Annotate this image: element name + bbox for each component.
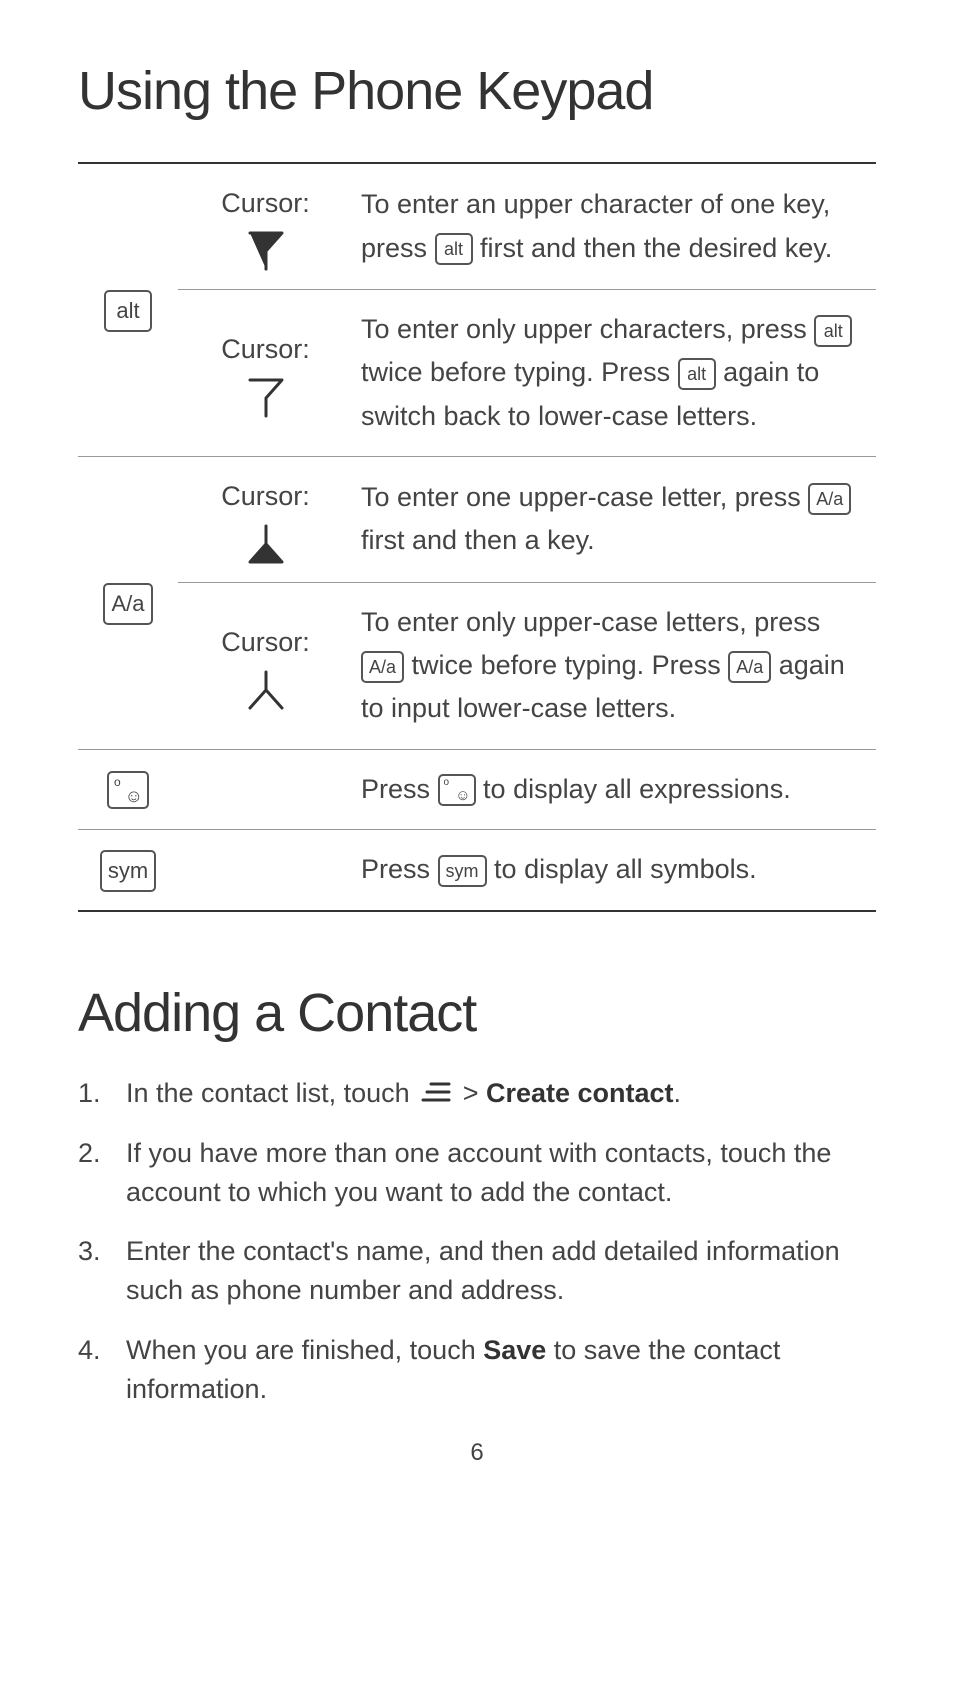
emoji-key-icon: o ☺ — [438, 774, 476, 806]
step-2: If you have more than one account with c… — [78, 1134, 876, 1212]
cursor-label: Cursor: — [186, 182, 345, 225]
cell-cursor-alt-double: Cursor: — [178, 290, 353, 457]
cell-key-aa: A/a — [78, 456, 178, 749]
cell-cursor-sym — [178, 829, 353, 910]
text: > — [463, 1078, 486, 1108]
cursor-glyph-aa-outline-icon — [248, 670, 284, 710]
cursor-label: Cursor: — [186, 621, 345, 664]
heading-adding-contact: Adding a Contact — [78, 982, 876, 1044]
cell-desc-alt-single: To enter an upper character of one key, … — [353, 163, 876, 290]
text: In the contact list, touch — [126, 1078, 417, 1108]
sym-key-icon: sym — [438, 855, 487, 887]
aa-key-icon: A/a — [808, 483, 851, 515]
step-1: In the contact list, touch > Create cont… — [78, 1074, 876, 1114]
cursor-label: Cursor: — [186, 475, 345, 518]
text: to display all expressions. — [483, 774, 791, 804]
cell-desc-aa-single: To enter one upper-case letter, press A/… — [353, 456, 876, 582]
alt-key-icon: alt — [814, 315, 852, 347]
steps-list: In the contact list, touch > Create cont… — [78, 1074, 876, 1409]
cursor-label: Cursor: — [186, 328, 345, 371]
page-number: 6 — [78, 1439, 876, 1467]
emoji-sup: o — [444, 778, 450, 788]
cell-cursor-aa-single: Cursor: — [178, 456, 353, 582]
cell-desc-emoji: Press o ☺ to display all expressions. — [353, 749, 876, 829]
sym-key-icon: sym — [100, 850, 156, 892]
cell-desc-alt-double: To enter only upper characters, press al… — [353, 290, 876, 457]
aa-key-icon: A/a — [728, 651, 771, 683]
emoji-face: ☺ — [455, 788, 470, 803]
emoji-key-icon: o ☺ — [107, 771, 149, 809]
cell-desc-aa-double: To enter only upper-case letters, press … — [353, 582, 876, 749]
alt-key-icon: alt — [435, 233, 473, 265]
emoji-sup: o — [114, 776, 121, 788]
keypad-table: alt Cursor: To enter an upper character … — [78, 162, 876, 912]
text: When you are finished, touch — [126, 1335, 483, 1365]
text: . — [674, 1078, 682, 1108]
create-contact-bold: Create contact — [486, 1078, 674, 1108]
aa-key-icon: A/a — [103, 583, 152, 625]
cell-cursor-emoji — [178, 749, 353, 829]
cell-key-emoji: o ☺ — [78, 749, 178, 829]
text: Press — [361, 774, 438, 804]
text: To enter one upper-case letter, press — [361, 482, 808, 512]
text: first and then a key. — [361, 525, 595, 555]
alt-key-icon: alt — [678, 358, 716, 390]
text: twice before typing. Press — [361, 357, 678, 387]
text: to display all symbols. — [494, 854, 757, 884]
text: To enter only upper-case letters, press — [361, 607, 820, 637]
text: Press — [361, 854, 438, 884]
cell-desc-sym: Press sym to display all symbols. — [353, 829, 876, 910]
step-4: When you are finished, touch Save to sav… — [78, 1331, 876, 1409]
cell-cursor-alt-single: Cursor: — [178, 163, 353, 290]
text: To enter only upper characters, press — [361, 314, 814, 344]
cursor-glyph-alt-outline-icon — [248, 378, 284, 418]
heading-using-phone-keypad: Using the Phone Keypad — [78, 60, 876, 122]
cell-key-alt: alt — [78, 163, 178, 456]
text: first and then the desired key. — [480, 233, 832, 263]
emoji-face: ☺ — [125, 787, 143, 805]
alt-key-icon: alt — [104, 290, 152, 332]
menu-icon — [421, 1075, 451, 1114]
aa-key-icon: A/a — [361, 651, 404, 683]
cursor-glyph-aa-filled-icon — [248, 524, 284, 564]
step-3: Enter the contact's name, and then add d… — [78, 1232, 876, 1310]
save-bold: Save — [483, 1335, 546, 1365]
cell-key-sym: sym — [78, 829, 178, 910]
text: twice before typing. Press — [412, 650, 729, 680]
cell-cursor-aa-double: Cursor: — [178, 582, 353, 749]
cursor-glyph-alt-filled-icon — [248, 231, 284, 271]
